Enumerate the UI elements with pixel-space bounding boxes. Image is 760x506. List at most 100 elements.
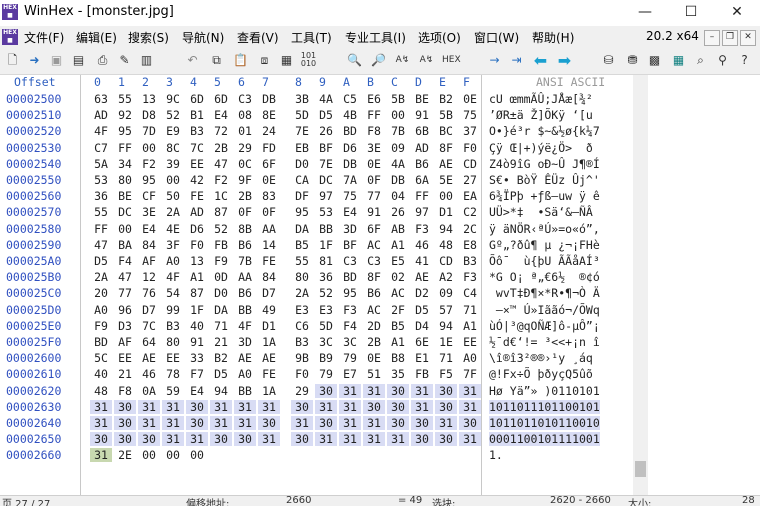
- hex-byte[interactable]: 00: [162, 173, 184, 187]
- hex-byte[interactable]: 71: [459, 303, 481, 317]
- hex-byte[interactable]: 7B: [234, 254, 256, 268]
- hex-byte[interactable]: 0F: [363, 173, 385, 187]
- hex-byte[interactable]: 27: [459, 173, 481, 187]
- hex-byte[interactable]: 00: [435, 189, 457, 203]
- hex-byte[interactable]: C7: [90, 141, 112, 155]
- hex-byte[interactable]: AE: [411, 270, 433, 284]
- hex-byte[interactable]: 31: [138, 416, 160, 430]
- replace-hex2-icon[interactable]: HEX: [442, 52, 461, 69]
- hex-byte[interactable]: 6D: [186, 92, 208, 106]
- hex-byte[interactable]: 30: [258, 416, 280, 430]
- hex-byte[interactable]: EE: [162, 351, 184, 365]
- hex-byte[interactable]: DB: [258, 92, 280, 106]
- hex-byte[interactable]: 3D: [234, 335, 256, 349]
- hex-byte[interactable]: 4F: [162, 270, 184, 284]
- hex-byte[interactable]: 31: [138, 399, 160, 414]
- hex-byte[interactable]: 79: [315, 367, 337, 381]
- hex-byte[interactable]: D0: [291, 157, 313, 171]
- hex-byte[interactable]: 33: [186, 351, 208, 365]
- hex-byte[interactable]: D1: [435, 205, 457, 219]
- hex-byte[interactable]: 00: [114, 222, 136, 236]
- hex-byte[interactable]: 94: [435, 222, 457, 236]
- paste-icon[interactable]: 📋: [232, 52, 249, 69]
- hex-byte[interactable]: 31: [162, 416, 184, 430]
- hex-byte[interactable]: 71: [210, 319, 232, 333]
- hex-byte[interactable]: 80: [291, 270, 313, 284]
- hex-byte[interactable]: EB: [291, 141, 313, 155]
- forward-icon[interactable]: ➡: [556, 52, 573, 69]
- ansi-text[interactable]: 1.: [489, 448, 503, 462]
- hex-byte[interactable]: 00: [138, 141, 160, 155]
- hex-byte[interactable]: 5A: [90, 157, 112, 171]
- hex-byte[interactable]: EE: [114, 351, 136, 365]
- hex-byte[interactable]: D5: [411, 303, 433, 317]
- hex-byte[interactable]: 95: [291, 205, 313, 219]
- hex-byte[interactable]: 21: [210, 335, 232, 349]
- hex-byte[interactable]: 55: [90, 205, 112, 219]
- menu-search[interactable]: 搜索(S): [128, 29, 169, 46]
- hex-byte[interactable]: 96: [114, 303, 136, 317]
- hex-byte[interactable]: 30: [315, 416, 337, 430]
- hex-byte[interactable]: E1: [411, 351, 433, 365]
- hex-byte[interactable]: 21: [114, 367, 136, 381]
- hex-byte[interactable]: 00: [387, 108, 409, 122]
- hex-byte[interactable]: 31: [90, 416, 112, 430]
- hex-byte[interactable]: 91: [186, 335, 208, 349]
- hex-byte[interactable]: B6: [234, 238, 256, 252]
- hex-byte[interactable]: B3: [291, 335, 313, 349]
- hex-byte[interactable]: B3: [459, 254, 481, 268]
- ansi-text[interactable]: 1011011010110010: [489, 416, 600, 430]
- hex-byte[interactable]: 2B: [234, 189, 256, 203]
- hex-byte[interactable]: BA: [114, 238, 136, 252]
- hex-byte[interactable]: E5: [387, 254, 409, 268]
- minimize-button[interactable]: —: [622, 0, 668, 26]
- find-text-icon[interactable]: 🔍: [346, 52, 363, 69]
- hex-byte[interactable]: AA: [234, 270, 256, 284]
- hex-byte[interactable]: 4F: [90, 124, 112, 138]
- hex-byte[interactable]: 2F: [387, 303, 409, 317]
- hex-byte[interactable]: 30: [186, 416, 208, 430]
- hex-byte[interactable]: 0E: [363, 351, 385, 365]
- hex-byte[interactable]: 52: [315, 286, 337, 300]
- hex-byte[interactable]: E4: [186, 384, 208, 398]
- hex-byte[interactable]: AD: [90, 108, 112, 122]
- hex-byte[interactable]: 31: [234, 416, 256, 430]
- hex-byte[interactable]: AA: [258, 222, 280, 236]
- hex-byte[interactable]: 14: [258, 238, 280, 252]
- hex-byte[interactable]: 1E: [435, 335, 457, 349]
- hex-byte[interactable]: 87: [210, 205, 232, 219]
- hex-byte[interactable]: F9: [210, 254, 232, 268]
- hex-byte[interactable]: C3: [339, 254, 361, 268]
- hex-byte[interactable]: 5D: [291, 108, 313, 122]
- hex-byte[interactable]: 8B: [234, 222, 256, 236]
- hex-byte[interactable]: 4F: [234, 319, 256, 333]
- hex-byte[interactable]: 1F: [186, 303, 208, 317]
- hex-byte[interactable]: 48: [90, 384, 112, 398]
- zoom-icon[interactable]: ⚲: [714, 52, 731, 69]
- hex-byte[interactable]: 26: [315, 124, 337, 138]
- goto-sector-icon[interactable]: ⇥: [508, 52, 525, 69]
- hex-byte[interactable]: 81: [315, 254, 337, 268]
- hex-byte[interactable]: A1: [459, 319, 481, 333]
- hex-byte[interactable]: 7D: [138, 124, 160, 138]
- hex-byte[interactable]: 5D: [315, 319, 337, 333]
- hex-byte[interactable]: 40: [186, 319, 208, 333]
- hex-byte[interactable]: D7: [258, 286, 280, 300]
- hex-byte[interactable]: 9B: [291, 351, 313, 365]
- hex-byte[interactable]: DB: [339, 157, 361, 171]
- hex-byte[interactable]: BB: [315, 222, 337, 236]
- hex-byte[interactable]: C4: [459, 286, 481, 300]
- hex-byte[interactable]: EE: [186, 157, 208, 171]
- save-icon[interactable]: ▣: [48, 52, 65, 69]
- hex-byte[interactable]: B2: [435, 92, 457, 106]
- hex-byte[interactable]: 54: [162, 286, 184, 300]
- hex-byte[interactable]: 36: [315, 270, 337, 284]
- hex-byte[interactable]: 0A: [138, 384, 160, 398]
- hex-byte[interactable]: 31: [411, 383, 433, 398]
- hex-byte[interactable]: E4: [210, 108, 232, 122]
- hex-byte[interactable]: A1: [387, 335, 409, 349]
- hex-byte[interactable]: 09: [387, 141, 409, 155]
- copy-icon[interactable]: ⧉: [208, 52, 225, 69]
- ansi-text[interactable]: ÿ äNÖR‹ªÚ»=o«ó”,: [489, 222, 600, 236]
- hex-byte[interactable]: 99: [162, 303, 184, 317]
